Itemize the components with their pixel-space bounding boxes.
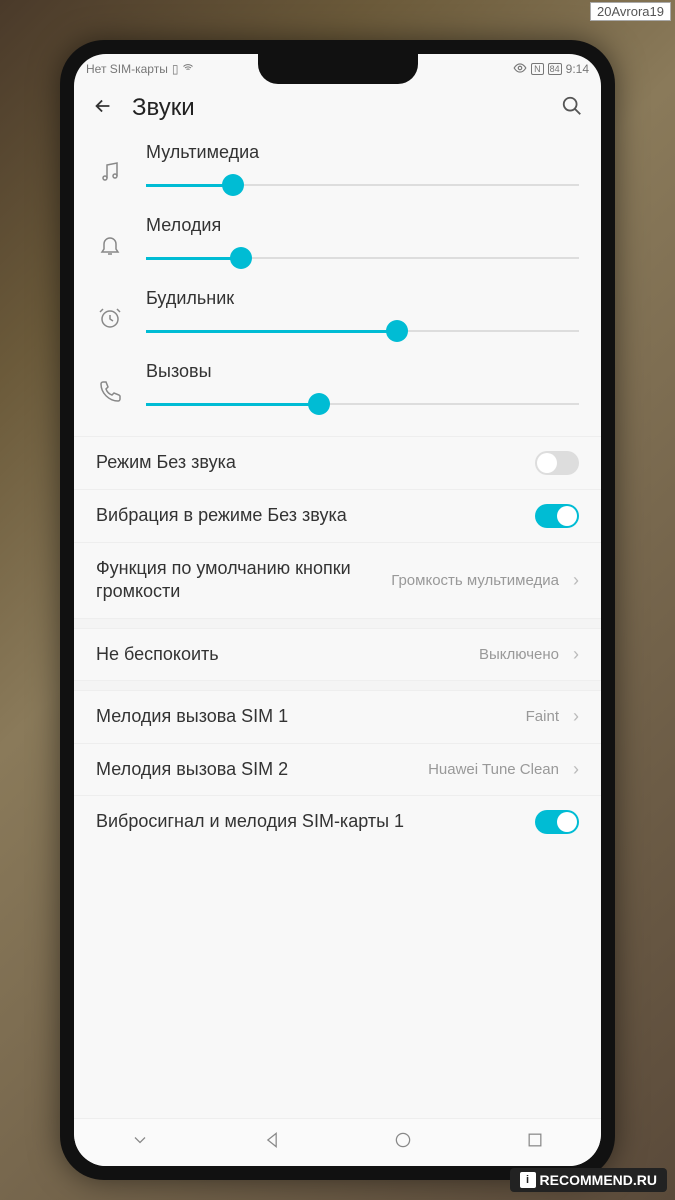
slider-row-ringtone: Мелодия (74, 209, 601, 282)
dnd-value: Выключено (479, 646, 559, 663)
chevron-right-icon: › (573, 706, 579, 727)
battery-icon: 84 (548, 63, 562, 75)
slider-row-calls: Вызовы (74, 355, 601, 428)
settings-content: Мультимедиа Мелодия (74, 136, 601, 1118)
setting-vibrate-silent[interactable]: Вибрация в режиме Без звука (74, 489, 601, 542)
phone-frame: Нет SIM-карты ▯ N 84 9:14 Зву (60, 40, 615, 1180)
chevron-right-icon: › (573, 570, 579, 591)
silent-mode-toggle[interactable] (535, 451, 579, 475)
search-button[interactable] (561, 95, 583, 122)
dnd-label: Не беспокоить (96, 643, 467, 666)
sim1-vibrate-toggle[interactable] (535, 810, 579, 834)
android-nav-bar (74, 1118, 601, 1166)
silent-mode-label: Режим Без звука (96, 451, 523, 474)
nav-back-button[interactable] (262, 1130, 282, 1155)
setting-volume-default[interactable]: Функция по умолчанию кнопки громкости Гр… (74, 542, 601, 618)
volume-default-label: Функция по умолчанию кнопки громкости (96, 557, 379, 604)
sim-card-icon: ▯ (172, 62, 179, 76)
nav-hide-button[interactable] (130, 1130, 150, 1155)
vibrate-silent-toggle[interactable] (535, 504, 579, 528)
clock-text: 9:14 (566, 62, 589, 76)
phone-screen: Нет SIM-карты ▯ N 84 9:14 Зву (74, 54, 601, 1166)
setting-sim2-ringtone[interactable]: Мелодия вызова SIM 2 Huawei Tune Clean › (74, 743, 601, 795)
sim1-ringtone-value: Faint (526, 708, 559, 725)
sim1-ringtone-label: Мелодия вызова SIM 1 (96, 705, 514, 728)
slider-label-alarm: Будильник (146, 288, 579, 309)
nfc-icon: N (531, 63, 544, 75)
slider-label-ringtone: Мелодия (146, 215, 579, 236)
page-title: Звуки (132, 94, 543, 122)
chevron-right-icon: › (573, 644, 579, 665)
slider-ringtone[interactable] (146, 244, 579, 272)
wifi-icon (182, 62, 194, 77)
section-divider (74, 680, 601, 690)
setting-silent-mode[interactable]: Режим Без звука (74, 436, 601, 489)
watermark-bottom-text: RECOMMEND.RU (540, 1172, 657, 1188)
bell-icon (96, 233, 124, 257)
sim-status-text: Нет SIM-карты (86, 62, 168, 76)
alarm-clock-icon (96, 306, 124, 330)
chevron-right-icon: › (573, 759, 579, 780)
slider-alarm[interactable] (146, 317, 579, 345)
slider-label-calls: Вызовы (146, 361, 579, 382)
eye-comfort-icon (513, 61, 527, 78)
volume-default-value: Громкость мультимедиа (391, 572, 559, 589)
slider-calls[interactable] (146, 390, 579, 418)
section-divider (74, 618, 601, 628)
notch (258, 54, 418, 84)
setting-sim1-vibrate[interactable]: Вибросигнал и мелодия SIM-карты 1 (74, 795, 601, 848)
phone-icon (96, 379, 124, 403)
nav-home-button[interactable] (393, 1130, 413, 1155)
sim2-ringtone-label: Мелодия вызова SIM 2 (96, 758, 416, 781)
watermark-top: 20Avrora19 (590, 2, 671, 21)
nav-recents-button[interactable] (525, 1130, 545, 1155)
sim1-vibrate-label: Вибросигнал и мелодия SIM-карты 1 (96, 810, 523, 833)
setting-dnd[interactable]: Не беспокоить Выключено › (74, 628, 601, 680)
irecommend-logo-icon: i (520, 1172, 536, 1188)
setting-sim1-ringtone[interactable]: Мелодия вызова SIM 1 Faint › (74, 690, 601, 742)
slider-row-multimedia: Мультимедиа (74, 136, 601, 209)
music-note-icon (96, 160, 124, 184)
vibrate-silent-label: Вибрация в режиме Без звука (96, 504, 523, 527)
sim2-ringtone-value: Huawei Tune Clean (428, 761, 559, 778)
slider-row-alarm: Будильник (74, 282, 601, 355)
slider-multimedia[interactable] (146, 171, 579, 199)
app-header: Звуки (74, 84, 601, 136)
back-button[interactable] (92, 95, 114, 122)
slider-label-multimedia: Мультимедиа (146, 142, 579, 163)
watermark-bottom: i RECOMMEND.RU (510, 1168, 667, 1192)
